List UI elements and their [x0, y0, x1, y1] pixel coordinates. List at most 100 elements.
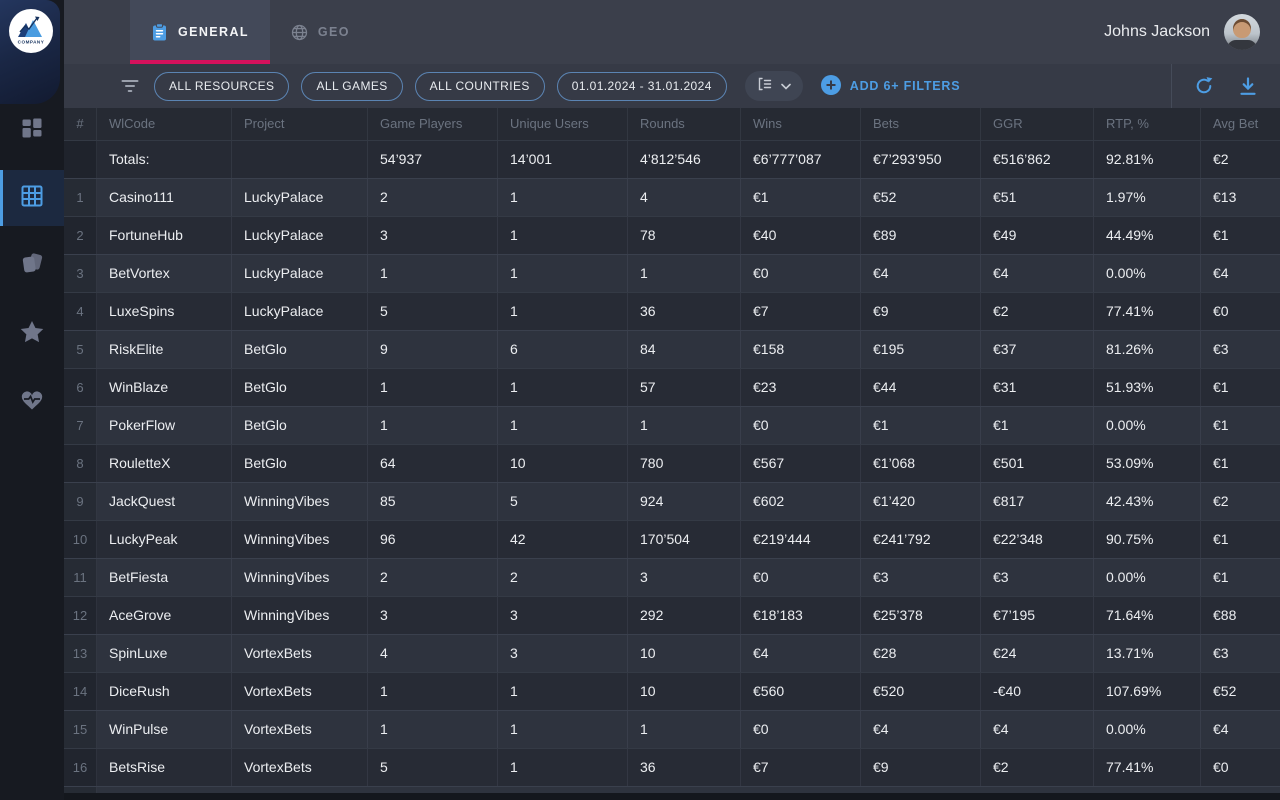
cell-avg_bet: €1 [1201, 369, 1280, 406]
cell-game_players: 2 [368, 179, 498, 216]
cell-game_players: 3 [368, 597, 498, 634]
cell-bets: €1’420 [861, 483, 981, 520]
user-menu[interactable]: Johns Jackson [1104, 0, 1280, 64]
cell-num: 12 [64, 597, 97, 634]
company-logo: COMPANY [9, 9, 53, 53]
cell-wins: €4 [741, 635, 861, 672]
cell-avg_bet: €52 [1201, 673, 1280, 710]
cell-project: LuckyPalace [232, 179, 368, 216]
countries-filter-pill[interactable]: ALL COUNTRIES [415, 72, 545, 101]
date-range-pill[interactable]: 01.01.2024 - 31.01.2024 [557, 72, 727, 101]
dashboard-icon [21, 117, 43, 144]
column-header-num[interactable]: # [64, 108, 97, 140]
sidebar-item-reports[interactable] [0, 170, 64, 226]
column-header-rtp[interactable]: RTP, % [1094, 108, 1201, 140]
cell-num [64, 141, 97, 178]
cell-unique_users: 1 [498, 179, 628, 216]
cell-bets: €1’068 [861, 445, 981, 482]
column-header-rounds[interactable]: Rounds [628, 108, 741, 140]
column-header-unique_users[interactable]: Unique Users [498, 108, 628, 140]
cell-avg_bet: €3 [1201, 331, 1280, 368]
column-header-ggr[interactable]: GGR [981, 108, 1094, 140]
list-settings-icon [757, 77, 773, 96]
cell-ggr: €51 [981, 179, 1094, 216]
table-row: 12AceGroveWinningVibes33292€18’183€25’37… [64, 596, 1280, 634]
chevron-down-icon [781, 77, 791, 95]
horizontal-scrollbar[interactable] [64, 793, 1280, 800]
column-header-bets[interactable]: Bets [861, 108, 981, 140]
cell-project: BetGlo [232, 331, 368, 368]
cell-bets: €241’792 [861, 521, 981, 558]
cell-project: LuckyPalace [232, 293, 368, 330]
table-row: 6WinBlazeBetGlo1157€23€44€3151.93%€1 [64, 368, 1280, 406]
cell-game_players: 96 [368, 521, 498, 558]
cell-bets: €520 [861, 673, 981, 710]
cell-game_players: 64 [368, 445, 498, 482]
cell-bets: €9 [861, 749, 981, 786]
cell-wlcode: SpinLuxe [97, 635, 232, 672]
cell-unique_users: 14’001 [498, 141, 628, 178]
column-header-wlcode[interactable]: WlCode [97, 108, 232, 140]
cell-rounds: 36 [628, 749, 741, 786]
cell-unique_users: 1 [498, 749, 628, 786]
cell-rtp: 0.00% [1094, 559, 1201, 596]
cell-wlcode: WinPulse [97, 711, 232, 748]
cell-project: WinningVibes [232, 597, 368, 634]
refresh-button[interactable] [1182, 64, 1226, 108]
cell-wins: €0 [741, 255, 861, 292]
cell-avg_bet: €3 [1201, 635, 1280, 672]
cell-game_players: 85 [368, 483, 498, 520]
column-header-project[interactable]: Project [232, 108, 368, 140]
cell-ggr: €516’862 [981, 141, 1094, 178]
cards-icon [19, 251, 45, 282]
cell-game_players: 1 [368, 711, 498, 748]
cell-num: 11 [64, 559, 97, 596]
tab-bar: GENERAL GEO [130, 0, 371, 64]
cell-game_players: 3 [368, 217, 498, 254]
cell-wins: €23 [741, 369, 861, 406]
cell-avg_bet: €1 [1201, 407, 1280, 444]
cell-bets: €4 [861, 711, 981, 748]
add-filters-button[interactable]: ADD 6+ FILTERS [821, 75, 961, 98]
cell-project: LuckyPalace [232, 255, 368, 292]
cell-rtp: 53.09% [1094, 445, 1201, 482]
sidebar-item-health[interactable] [0, 374, 64, 430]
cell-num: 6 [64, 369, 97, 406]
avatar[interactable] [1224, 14, 1260, 50]
cell-rounds: 1 [628, 407, 741, 444]
tab-geo[interactable]: GEO [270, 0, 371, 64]
table-grid-icon [20, 184, 44, 213]
sidebar-item-cards[interactable] [0, 238, 64, 294]
cell-wlcode: BetsRise [97, 749, 232, 786]
cell-avg_bet: €0 [1201, 293, 1280, 330]
table-row-partial [64, 786, 1280, 793]
filter-funnel-icon[interactable] [120, 77, 140, 95]
cell-num: 4 [64, 293, 97, 330]
cell-wlcode: WinBlaze [97, 369, 232, 406]
cell-rounds: 780 [628, 445, 741, 482]
table-row: 4LuxeSpinsLuckyPalace5136€7€9€277.41%€0 [64, 292, 1280, 330]
sidebar-item-favorites[interactable] [0, 306, 64, 362]
cell-rounds: 4 [628, 179, 741, 216]
cell-unique_users: 10 [498, 445, 628, 482]
resources-filter-pill[interactable]: ALL RESOURCES [154, 72, 289, 101]
column-header-avg_bet[interactable]: Avg Bet [1201, 108, 1280, 140]
view-settings-dropdown[interactable] [745, 71, 803, 101]
cell-rounds: 84 [628, 331, 741, 368]
tab-general[interactable]: GENERAL [130, 0, 270, 64]
cell-wlcode: RouletteX [97, 445, 232, 482]
table-row: 3BetVortexLuckyPalace111€0€4€40.00%€4 [64, 254, 1280, 292]
cell-ggr: €24 [981, 635, 1094, 672]
cell-project [232, 141, 368, 178]
cell-wins: €7 [741, 749, 861, 786]
download-button[interactable] [1226, 64, 1270, 108]
column-header-game_players[interactable]: Game Players [368, 108, 498, 140]
cell-num: 10 [64, 521, 97, 558]
sidebar-item-dashboard[interactable] [0, 102, 64, 158]
cell-project: BetGlo [232, 369, 368, 406]
cell-rtp: 44.49% [1094, 217, 1201, 254]
sidebar-nav [0, 102, 64, 430]
games-filter-pill[interactable]: ALL GAMES [301, 72, 402, 101]
column-header-wins[interactable]: Wins [741, 108, 861, 140]
cell-avg_bet: €13 [1201, 179, 1280, 216]
